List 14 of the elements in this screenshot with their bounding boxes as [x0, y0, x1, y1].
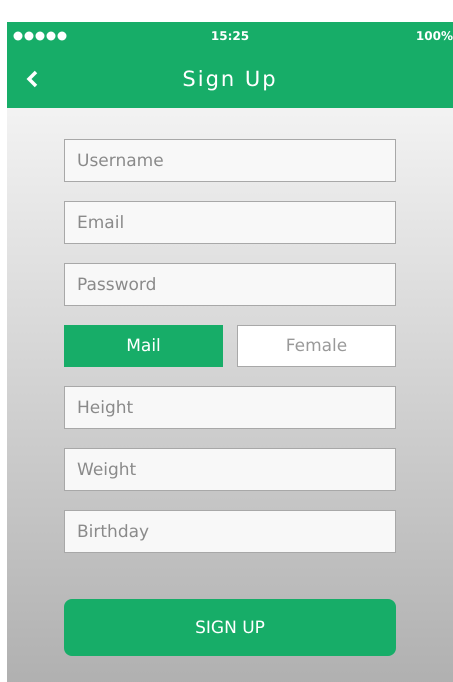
signal-icon: [13, 31, 68, 41]
status-time: 15:25: [210, 29, 250, 43]
battery-level: 100%: [416, 29, 453, 43]
back-icon: [25, 70, 39, 88]
gender-option[interactable]: Female: [237, 325, 396, 367]
sign-up-button[interactable]: SIGN UP: [64, 599, 396, 656]
input-field[interactable]: Birthday: [64, 510, 396, 553]
input-field[interactable]: Password: [64, 263, 396, 306]
page-title: Sign Up: [182, 67, 278, 91]
input-field[interactable]: Email: [64, 201, 396, 244]
input-field[interactable]: Height: [64, 386, 396, 429]
input-field[interactable]: Username: [64, 139, 396, 182]
input-field[interactable]: Weight: [64, 448, 396, 491]
gender-option[interactable]: Mail: [64, 325, 223, 367]
